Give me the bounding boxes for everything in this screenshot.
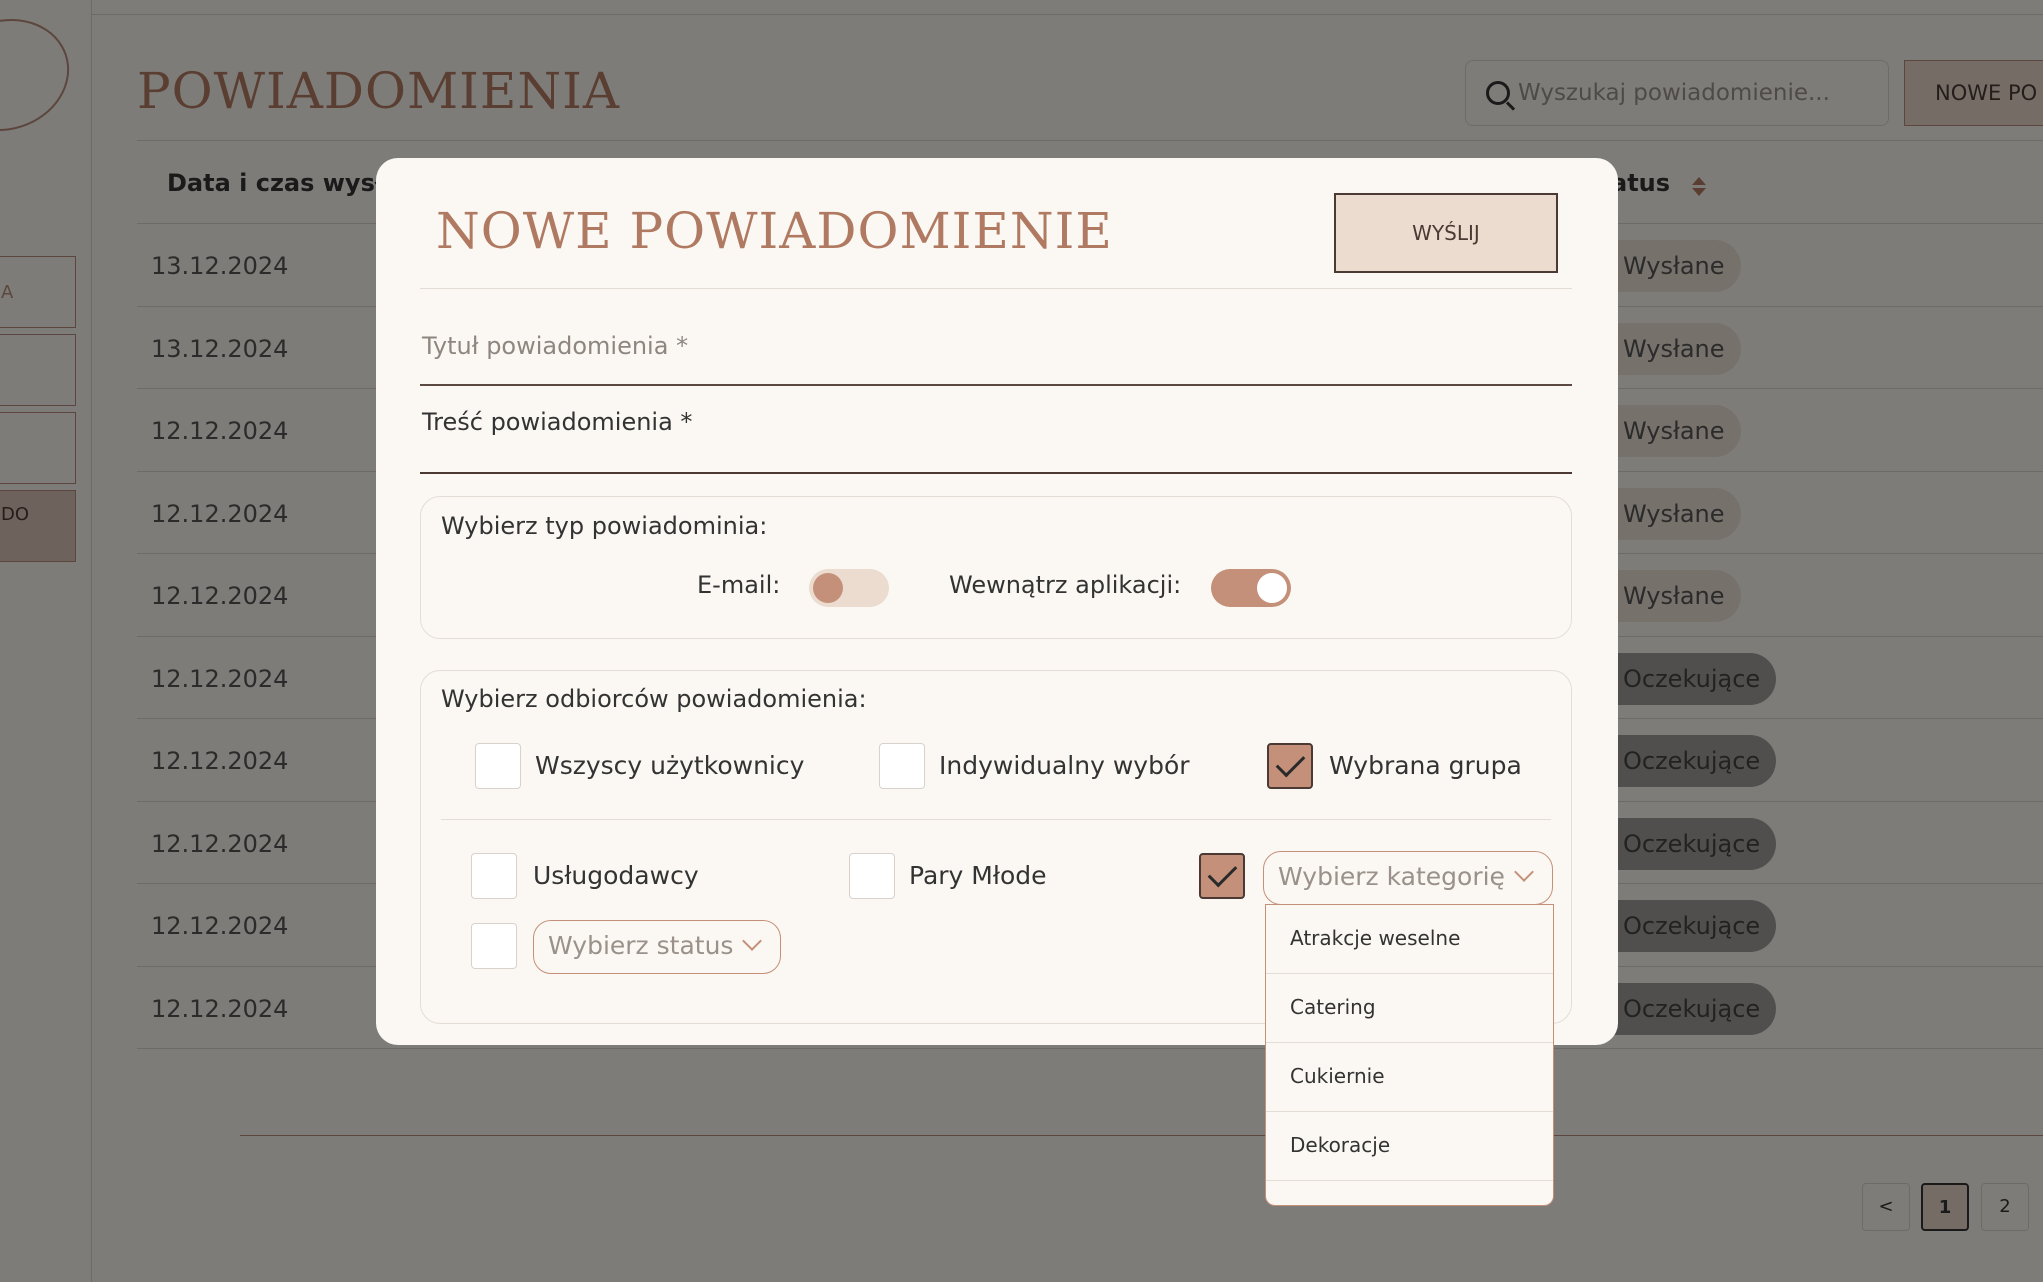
recipients-label: Wybierz odbiorców powiadomienia: — [441, 685, 867, 713]
category-option-partial[interactable] — [1266, 1181, 1553, 1205]
notification-title-input[interactable]: Tytuł powiadomienia * — [420, 314, 1572, 386]
notification-type-section: Wybierz typ powiadominia: E-mail: Wewnąt… — [420, 496, 1572, 639]
category-option[interactable]: Cukiernie — [1266, 1043, 1553, 1112]
toggle-knob — [1257, 573, 1287, 603]
status-select-value: Wybierz status — [548, 931, 734, 960]
inapp-toggle[interactable] — [1211, 569, 1291, 607]
couples-label: Pary Młode — [909, 861, 1047, 890]
providers-checkbox[interactable] — [471, 853, 517, 899]
category-dropdown: Atrakcje weselne Catering Cukiernie Deko… — [1265, 904, 1554, 1206]
chevron-down-icon — [1514, 862, 1534, 882]
category-option[interactable]: Catering — [1266, 974, 1553, 1043]
category-checkbox[interactable] — [1199, 853, 1245, 899]
individual-label: Indywidualny wybór — [939, 751, 1190, 780]
chevron-down-icon — [742, 931, 763, 951]
notification-type-label: Wybierz typ powiadominia: — [441, 512, 768, 540]
selected-group-checkbox[interactable] — [1267, 743, 1313, 789]
providers-label: Usługodawcy — [533, 861, 699, 890]
header-divider — [420, 288, 1572, 289]
notification-body-input[interactable]: Treść powiadomienia * — [420, 402, 1572, 474]
email-toggle-label: E-mail: — [697, 571, 781, 599]
category-select-value: Wybierz kategorię — [1278, 862, 1505, 891]
all-users-label: Wszyscy użytkownicy — [535, 751, 805, 780]
send-button[interactable]: WYŚLIJ — [1334, 193, 1558, 273]
recipients-divider — [441, 819, 1551, 820]
email-toggle[interactable] — [809, 569, 889, 607]
toggle-knob — [813, 573, 843, 603]
category-option[interactable]: Atrakcje weselne — [1266, 905, 1553, 974]
couples-checkbox[interactable] — [849, 853, 895, 899]
modal-title: NOWE POWIADOMIENIE — [436, 202, 1113, 260]
category-option[interactable]: Dekoracje — [1266, 1112, 1553, 1181]
individual-checkbox[interactable] — [879, 743, 925, 789]
status-checkbox[interactable] — [471, 923, 517, 969]
selected-group-label: Wybrana grupa — [1329, 751, 1522, 780]
status-select[interactable]: Wybierz status — [533, 920, 781, 974]
all-users-checkbox[interactable] — [475, 743, 521, 789]
category-select[interactable]: Wybierz kategorię — [1263, 851, 1553, 905]
inapp-toggle-label: Wewnątrz aplikacji: — [949, 571, 1182, 599]
